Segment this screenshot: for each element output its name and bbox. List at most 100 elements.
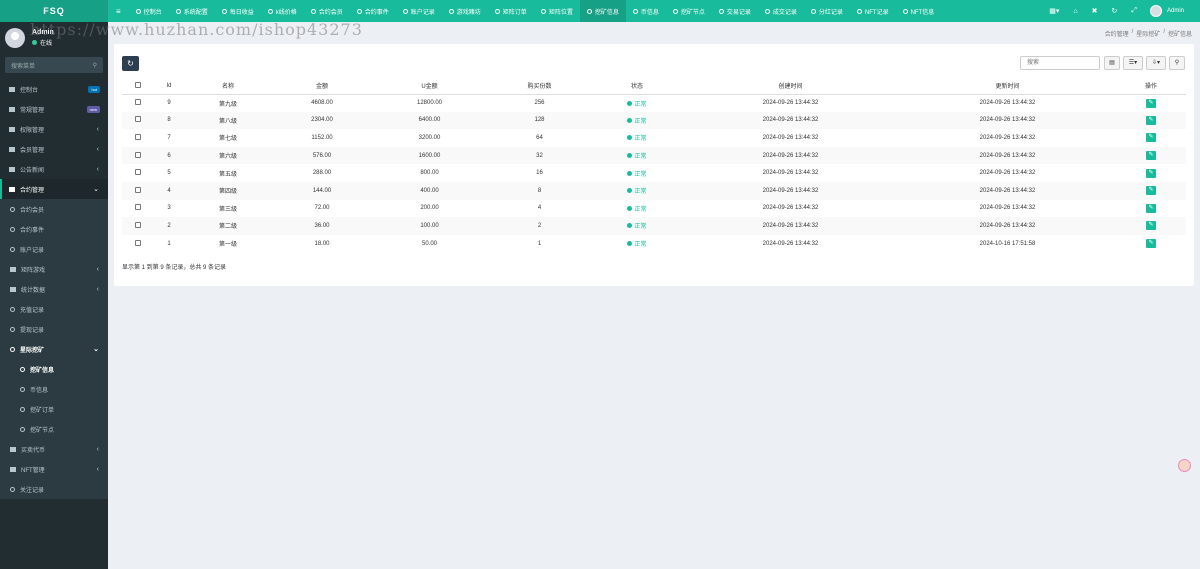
table-row[interactable]: 5 第五级 288.00 800.00 16 正常 2024-09-26 13:44:32 2… <box>122 164 1186 182</box>
row-checkbox[interactable] <box>135 221 141 228</box>
fullscreen-icon[interactable]: ⤢ <box>1124 7 1144 15</box>
col-created[interactable]: 创建时间 <box>682 78 899 95</box>
trash-icon[interactable]: ✖ <box>1085 7 1105 15</box>
sidebar-subitem[interactable]: 统计数据 ‹ <box>0 279 108 299</box>
col-updated[interactable]: 更新时间 <box>899 78 1116 95</box>
sidebar-item[interactable]: 公告新闻 ‹ <box>0 159 108 179</box>
sidebar-subsubitem[interactable]: 挖矿信息 <box>0 359 108 379</box>
top-tab[interactable]: 挖矿节点 <box>666 0 712 22</box>
row-checkbox[interactable] <box>135 133 141 140</box>
edit-button[interactable]: ✎ <box>1146 98 1156 108</box>
top-tab[interactable]: 挖矿信息 <box>579 0 626 22</box>
top-tab[interactable]: NFT记录 <box>850 0 896 22</box>
edit-button[interactable]: ✎ <box>1146 115 1156 125</box>
table-row[interactable]: 6 第六级 576.00 1600.00 32 正常 2024-09-26 13:44:32… <box>122 146 1186 165</box>
edit-button[interactable]: ✎ <box>1146 186 1156 196</box>
sidebar-subitem[interactable]: 矩阵游戏 ‹ <box>0 259 108 279</box>
breadcrumb-item[interactable]: 合约管理 <box>1105 29 1129 38</box>
col-id[interactable]: Id <box>154 78 184 95</box>
toggle-view-button[interactable]: ▤ <box>1104 56 1120 70</box>
sidebar-item-mining[interactable]: 星际挖矿 ⌄ <box>0 339 108 359</box>
top-tab[interactable]: 合约事件 <box>350 0 396 22</box>
chat-avatar-icon[interactable] <box>1178 459 1191 472</box>
refresh-icon[interactable]: ↻ <box>1105 7 1125 15</box>
top-tab[interactable]: 币信息 <box>626 0 666 22</box>
status-badge[interactable]: 正常 <box>627 116 647 125</box>
top-tab[interactable]: 系统配置 <box>169 0 215 22</box>
home-icon[interactable]: ⌂ <box>1066 8 1084 15</box>
status-badge[interactable]: 正常 <box>627 169 647 178</box>
refresh-button[interactable]: ↻ <box>122 56 139 71</box>
col-amount[interactable]: 金额 <box>272 78 372 95</box>
edit-button[interactable]: ✎ <box>1146 239 1156 249</box>
table-row[interactable]: 2 第二级 36.00 100.00 2 正常 2024-09-26 13:44:32 202… <box>122 217 1186 235</box>
edit-button[interactable]: ✎ <box>1146 221 1156 231</box>
edit-button[interactable]: ✎ <box>1146 168 1156 178</box>
sidebar-subitem[interactable]: 合约会员 <box>0 199 108 219</box>
top-tab[interactable]: 游戏赌坊 <box>442 0 488 22</box>
top-tab[interactable]: 交易记录 <box>712 0 758 22</box>
top-tab[interactable]: 矩阵订单 <box>488 0 534 22</box>
col-u-amount[interactable]: U金额 <box>372 78 487 95</box>
table-row[interactable]: 9 第九级 4608.00 12800.00 256 正常 2024-09-26 13:44… <box>122 94 1186 112</box>
sidebar-item[interactable]: 合约管理 ⌄ <box>0 179 108 199</box>
table-row[interactable]: 7 第七级 1152.00 3200.00 64 正常 2024-09-26 13:44:3… <box>122 129 1186 147</box>
status-badge[interactable]: 正常 <box>627 204 647 213</box>
status-badge[interactable]: 正常 <box>627 221 647 230</box>
col-name[interactable]: 名称 <box>184 78 272 95</box>
row-checkbox[interactable] <box>135 204 141 211</box>
edit-button[interactable]: ✎ <box>1146 203 1156 213</box>
advanced-search-button[interactable]: ⚲ <box>1169 56 1185 70</box>
sidebar-item[interactable]: 关注记录 <box>0 479 108 499</box>
status-badge[interactable]: 正常 <box>627 186 647 195</box>
top-tab[interactable]: NFT信息 <box>896 0 942 22</box>
top-tab[interactable]: 合约会员 <box>304 0 350 22</box>
sidebar-subitem[interactable]: 合约事件 <box>0 219 108 239</box>
theme-icon[interactable]: ▦▾ <box>1042 7 1066 15</box>
col-status[interactable]: 状态 <box>592 78 682 95</box>
sidebar-item[interactable]: 控制台 hot <box>0 79 108 99</box>
sidebar-subsubitem[interactable]: 挖矿订单 <box>0 399 108 419</box>
row-checkbox[interactable] <box>135 116 141 123</box>
col-shares[interactable]: 购买份数 <box>487 78 592 95</box>
row-checkbox[interactable] <box>135 99 141 106</box>
top-tab[interactable]: 每日收益 <box>215 0 261 22</box>
breadcrumb-item[interactable]: 星际挖矿 <box>1136 29 1160 38</box>
top-tab[interactable]: 账户记录 <box>396 0 442 22</box>
table-search-input[interactable] <box>1020 56 1100 70</box>
table-row[interactable]: 3 第三级 72.00 200.00 4 正常 2024-09-26 13:44:32 202… <box>122 200 1186 218</box>
row-checkbox[interactable] <box>135 169 141 176</box>
sidebar-subsubitem[interactable]: 挖矿节点 <box>0 419 108 439</box>
edit-button[interactable]: ✎ <box>1146 151 1156 161</box>
sidebar-item[interactable]: 买卖代币 ‹ <box>0 439 108 459</box>
menu-toggle-icon[interactable]: ≡ <box>108 7 129 16</box>
admin-menu[interactable]: Admin <box>1144 5 1190 17</box>
top-tab[interactable]: 控制台 <box>129 0 169 22</box>
table-row[interactable]: 8 第八级 2304.00 6400.00 128 正常 2024-09-26 13:44:… <box>122 111 1186 130</box>
sidebar-subitem[interactable]: 充值记录 <box>0 299 108 319</box>
top-tab[interactable]: k线价格 <box>261 0 304 22</box>
top-tab[interactable]: 矩阵位置 <box>534 0 580 22</box>
top-tab[interactable]: 成交记录 <box>758 0 804 22</box>
row-checkbox[interactable] <box>135 239 141 246</box>
row-checkbox[interactable] <box>135 151 141 158</box>
export-button[interactable]: ⇩▾ <box>1146 56 1166 70</box>
sidebar-item[interactable]: 权限管理 ‹ <box>0 119 108 139</box>
status-badge[interactable]: 正常 <box>627 99 647 108</box>
status-badge[interactable]: 正常 <box>627 151 647 160</box>
sidebar-item[interactable]: 会员管理 ‹ <box>0 139 108 159</box>
table-row[interactable]: 1 第一级 18.00 50.00 1 正常 2024-09-26 13:44:32 2024… <box>122 235 1186 253</box>
sidebar-item[interactable]: 常规管理 new <box>0 99 108 119</box>
edit-button[interactable]: ✎ <box>1146 133 1156 143</box>
status-badge[interactable]: 正常 <box>627 133 647 142</box>
sidebar-subitem[interactable]: 提现记录 <box>0 319 108 339</box>
row-checkbox[interactable] <box>135 186 141 193</box>
app-logo[interactable]: FSQ <box>0 0 108 22</box>
sidebar-item[interactable]: NFT管理 ‹ <box>0 459 108 479</box>
sidebar-search-input[interactable]: 搜索菜单 ⚲ <box>5 57 103 73</box>
status-badge[interactable]: 正常 <box>627 239 647 248</box>
columns-button[interactable]: ☰▾ <box>1123 56 1143 70</box>
sidebar-subsubitem[interactable]: 币信息 <box>0 379 108 399</box>
table-row[interactable]: 4 第四级 144.00 400.00 8 正常 2024-09-26 13:44:32 20… <box>122 181 1186 200</box>
sidebar-subitem[interactable]: 账户记录 <box>0 239 108 259</box>
